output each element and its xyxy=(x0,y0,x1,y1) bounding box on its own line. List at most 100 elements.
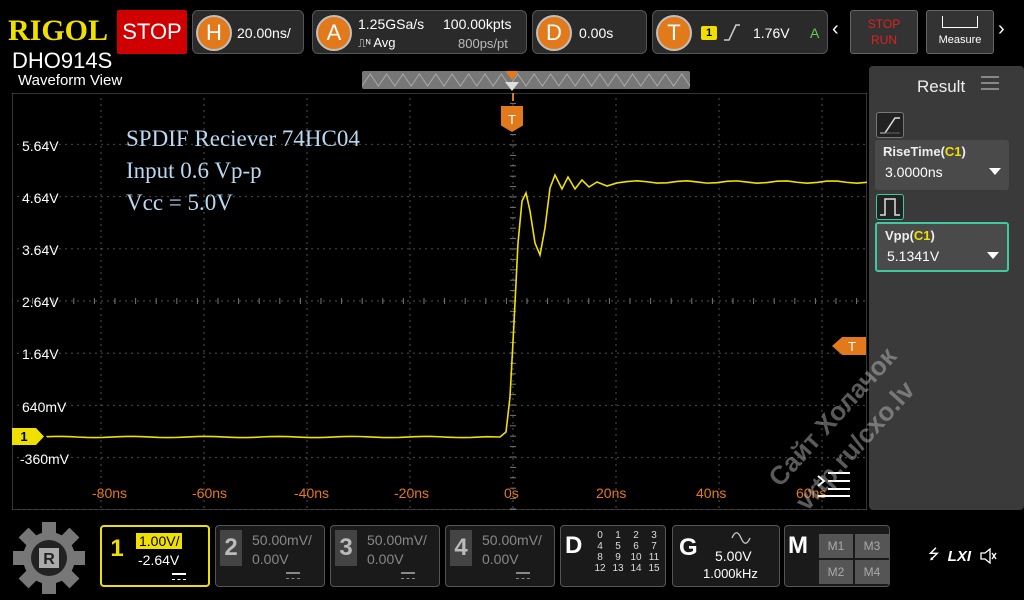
measure-button[interactable]: Measure xyxy=(926,10,994,54)
x-label: -60ns xyxy=(192,485,228,501)
run-stop-line2: RUN xyxy=(871,33,897,47)
chevron-left-icon[interactable]: ‹ xyxy=(832,18,839,41)
channel-2-box[interactable]: 2 50.00mV/ 0.00V xyxy=(215,525,325,587)
trigger-position-outline xyxy=(505,82,519,91)
top-bar: RIGOL STOP H 20.00ns/ A 1.25GSa/s 100.00… xyxy=(0,0,1024,62)
math-slot[interactable]: M1 xyxy=(819,534,853,558)
chevron-right-icon[interactable]: › xyxy=(998,18,1005,41)
channel-4-box[interactable]: 4 50.00mV/ 0.00V xyxy=(445,525,555,587)
delay-value: 0.00s xyxy=(579,25,614,41)
trigger-position-arrow xyxy=(505,71,519,80)
svg-text:R: R xyxy=(43,551,55,568)
dc-coupling-icon xyxy=(172,573,186,580)
channel-scale: 50.00mV/ xyxy=(367,532,427,548)
horizontal-pill[interactable]: H 20.00ns/ xyxy=(192,10,304,54)
channel-offset: 0.00V xyxy=(482,551,519,567)
result-panel: Result RiseTime(C1) 3.0000ns Vpp(C1) 5.1… xyxy=(869,66,1024,510)
channel-number: 3 xyxy=(335,530,357,566)
channel-number: 4 xyxy=(450,530,472,566)
channel-scale: 1.00V/ xyxy=(136,533,183,549)
channel-offset: 0.00V xyxy=(252,551,289,567)
dc-coupling-icon xyxy=(401,572,415,579)
x-label: 40ns xyxy=(696,485,727,501)
trigger-mode: A xyxy=(810,25,820,41)
annotation-line: Vcc = 5.0V xyxy=(126,190,233,215)
memory-depth: 100.00kpts xyxy=(443,16,512,32)
y-label: 2.64V xyxy=(22,294,59,310)
memory-timeline[interactable] xyxy=(361,71,691,89)
math-slot[interactable]: M4 xyxy=(855,560,889,584)
math-box[interactable]: M M1 M3 M2 M4 xyxy=(784,525,890,587)
measurement-value: 3.0000ns xyxy=(885,164,943,180)
digital-letter: D xyxy=(565,532,583,559)
y-label: 1.64V xyxy=(22,346,59,362)
speaker-muted-icon[interactable] xyxy=(979,548,997,564)
resolution: 800ps/pt xyxy=(458,36,508,51)
measurement-name: Vpp(C1) xyxy=(885,228,935,243)
digital-bits: 0 1 2 3 4 5 6 7 8 9 10 11 12 13 14 15 xyxy=(591,530,663,574)
delay-letter: D xyxy=(536,15,572,51)
channel-scale: 50.00mV/ xyxy=(482,532,542,548)
y-label: 5.64V xyxy=(22,138,59,154)
rising-edge-icon xyxy=(724,24,740,41)
measure-label: Measure xyxy=(938,34,982,46)
digital-bit: 10 xyxy=(630,552,642,563)
digital-bit: 14 xyxy=(630,563,642,574)
acquire-letter: A xyxy=(316,15,352,51)
dropdown-caret-icon xyxy=(989,168,1001,175)
digital-bit: 13 xyxy=(612,563,624,574)
digital-bit: 15 xyxy=(648,563,660,574)
x-label: -80ns xyxy=(92,485,128,501)
digital-bit: 12 xyxy=(594,563,606,574)
digital-bit: 8 xyxy=(597,552,603,563)
result-menu-icon[interactable] xyxy=(981,76,999,90)
channel-1-box[interactable]: 1 1.00V/ -2.64V xyxy=(100,525,210,587)
trigger-pill[interactable]: T 1 1.76V A xyxy=(652,10,828,54)
digital-bit: 1 xyxy=(615,530,621,541)
digital-bit: 5 xyxy=(615,541,621,552)
channel-offset: 0.00V xyxy=(367,551,404,567)
measurement-vpp[interactable]: Vpp(C1) 5.1341V xyxy=(875,222,1009,272)
horizontal-letter: H xyxy=(196,15,232,51)
channel-offset: -2.64V xyxy=(138,552,180,568)
timebase-value: 20.00ns/ xyxy=(237,25,291,41)
model-name: DHO914S xyxy=(12,48,113,73)
rise-time-icon xyxy=(876,112,904,138)
digital-box[interactable]: D 0 1 2 3 4 5 6 7 8 9 10 11 12 13 14 15 xyxy=(560,525,666,587)
run-stop-button[interactable]: STOP RUN xyxy=(850,10,918,54)
x-label: -40ns xyxy=(294,485,330,501)
acquire-mode: ⎍ᴺ Avg xyxy=(358,35,396,50)
sample-rate: 1.25GSa/s xyxy=(358,16,425,32)
waveform-view-title: Waveform View xyxy=(18,72,123,89)
generator-amplitude: 5.00V xyxy=(715,548,752,564)
acquire-pill[interactable]: A 1.25GSa/s 100.00kpts ⎍ᴺ Avg 800ps/pt xyxy=(312,10,527,54)
digital-bit: 11 xyxy=(648,552,660,563)
math-slot[interactable]: M2 xyxy=(819,560,853,584)
generator-box[interactable]: G 5.00V 1.000kHz xyxy=(672,525,780,587)
graticule xyxy=(12,93,865,510)
digital-bit: 4 xyxy=(597,541,603,552)
digital-bit: 2 xyxy=(633,530,639,541)
trigger-source: 1 xyxy=(701,26,717,40)
measurement-risetime[interactable]: RiseTime(C1) 3.0000ns xyxy=(875,140,1009,190)
y-label: -360mV xyxy=(20,451,70,467)
channel-number: 2 xyxy=(220,530,242,566)
x-label: 20ns xyxy=(596,485,627,501)
digital-bit: 7 xyxy=(651,541,657,552)
math-slot[interactable]: M3 xyxy=(855,534,889,558)
timeline-zigzag xyxy=(361,73,691,87)
delay-pill[interactable]: D 0.00s xyxy=(532,10,647,54)
waveform-plot[interactable] xyxy=(12,93,867,510)
channel-3-box[interactable]: 3 50.00mV/ 0.00V xyxy=(330,525,440,587)
avg-wave-icon: ⎍ᴺ xyxy=(358,38,371,50)
home-gear-icon[interactable]: R xyxy=(9,520,89,596)
digital-bit: 6 xyxy=(633,541,639,552)
trigger-level: 1.76V xyxy=(753,25,790,41)
system-status: ⭍ LXI xyxy=(905,525,1020,587)
run-state-badge[interactable]: STOP xyxy=(117,10,187,54)
measurement-value: 5.1341V xyxy=(887,248,940,264)
y-label: 4.64V xyxy=(22,190,59,206)
y-label: 3.64V xyxy=(22,242,59,258)
trigger-letter: T xyxy=(656,15,692,51)
ruler-icon xyxy=(942,16,978,28)
